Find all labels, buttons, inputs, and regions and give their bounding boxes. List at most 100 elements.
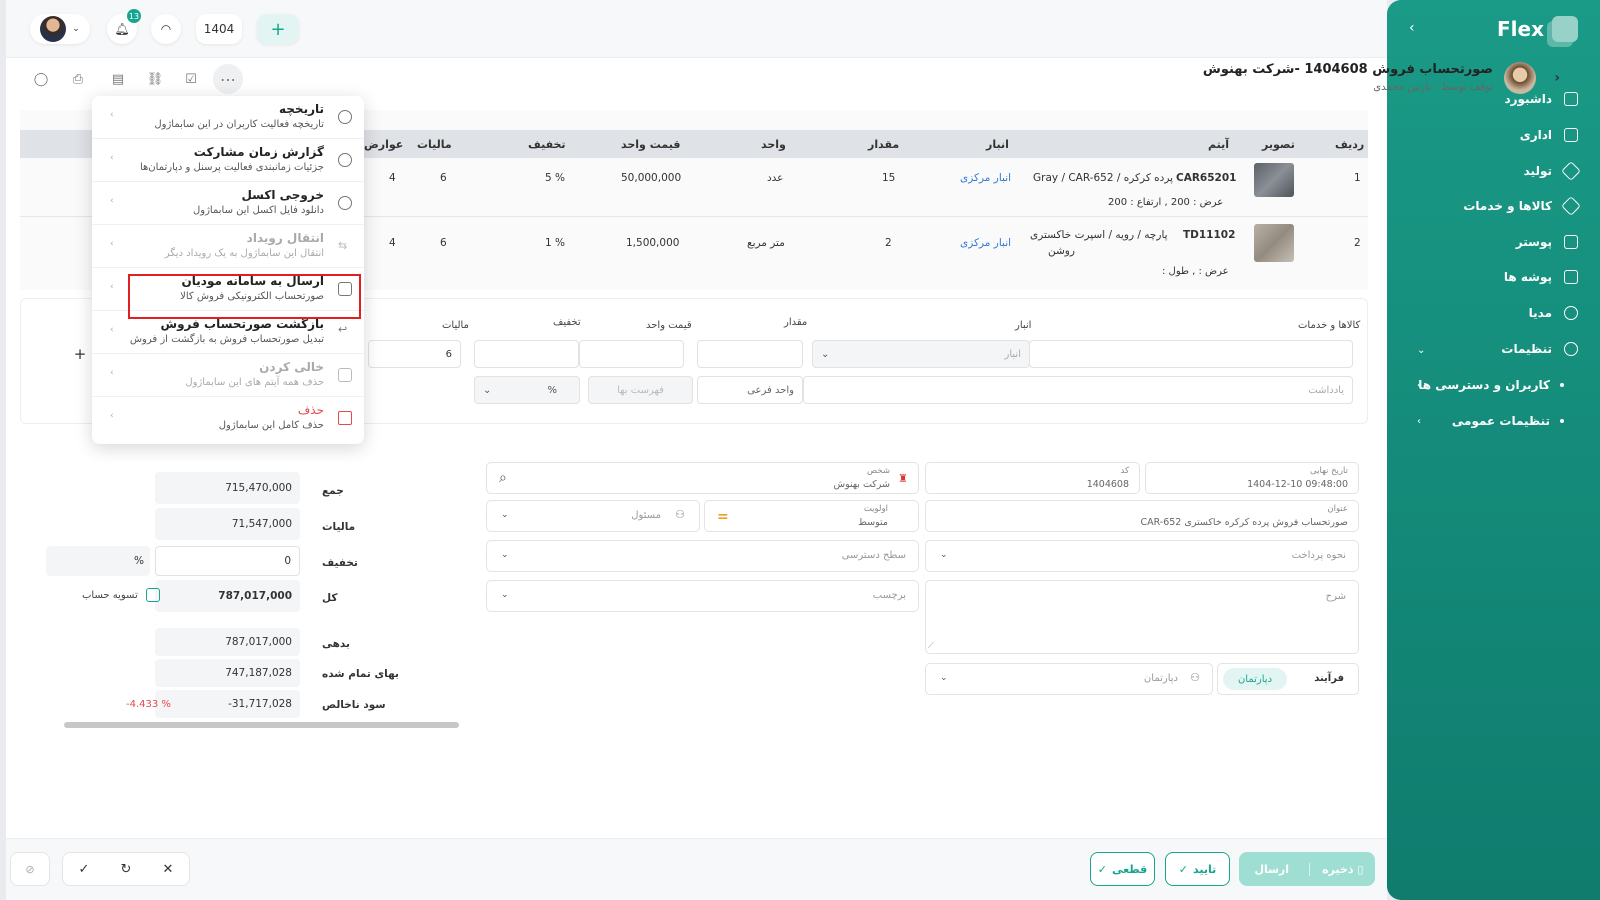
sidebar-item-folders[interactable]: پوشه ها [1504, 270, 1578, 284]
priority-field[interactable]: اولویت متوسط = [704, 500, 919, 532]
cost-label: بهای تمام شده [322, 668, 399, 680]
hide-icon[interactable]: ⊘ [10, 852, 50, 886]
title-field[interactable]: عنوان صورتحساب فروش پرده کرکره خاکستری C… [925, 500, 1359, 532]
chat-icon[interactable]: ◯ [30, 68, 52, 90]
tax-input[interactable]: 6 [368, 340, 461, 368]
warehouse-select[interactable]: انبار ⌄ [812, 340, 1030, 368]
menu-item-participation-report[interactable]: گزارش زمان مشارکت جزئیات زمانبندی فعالیت… [92, 139, 364, 182]
sidebar-item-office[interactable]: اداری [1520, 128, 1578, 142]
price-list-select[interactable]: فهرست بها [588, 376, 693, 404]
department-select[interactable]: دپارتمان ⚇ ⌄ [925, 663, 1213, 695]
tab-process[interactable]: فرآیند [1314, 673, 1344, 684]
product-image[interactable] [1254, 163, 1294, 197]
resize-handle-icon[interactable]: ⟋ [928, 641, 934, 651]
redo-icon[interactable]: ↻ [121, 862, 132, 877]
sidebar-item-production[interactable]: تولید [1524, 161, 1581, 181]
menu-item-clear[interactable]: خالی کردن حذف همه آیتم های این سابماژول … [92, 354, 364, 397]
discount-percent-input[interactable]: % [46, 546, 150, 576]
finalize-button[interactable]: ✓ قطعی [1090, 852, 1155, 886]
sidebar-item-products[interactable]: کالاها و خدمات [1463, 196, 1581, 216]
title-label: عنوان [1327, 504, 1348, 514]
year-selector[interactable]: 1404 [196, 14, 242, 44]
sidebar-item-label: کاربران و دسترسی ها [1418, 378, 1550, 392]
note-input[interactable]: یادداشت [803, 376, 1353, 404]
warehouse-link[interactable]: انبار مرکزی [960, 172, 1011, 184]
warehouse-link[interactable]: انبار مرکزی [960, 237, 1011, 249]
menu-item-delete[interactable]: حذف حذف کامل این سابماژول ‹ [92, 397, 364, 440]
more-options-icon[interactable]: ⋯ [213, 64, 243, 94]
qty-input[interactable] [697, 340, 803, 368]
add-button[interactable]: + [257, 14, 299, 44]
user-menu[interactable]: ⌄ [30, 14, 90, 44]
duty: 4 [389, 237, 396, 249]
sidebar-item-media[interactable]: مدیا [1529, 306, 1578, 320]
code-field[interactable]: کد 1404608 [925, 462, 1140, 494]
link-icon[interactable]: ⛓ [144, 68, 166, 90]
sidebar-item-settings[interactable]: تنظیمات [1501, 342, 1578, 356]
sidebar-item-dashboard[interactable]: داشبورد [1504, 92, 1578, 106]
tax: 6 [440, 172, 447, 184]
save-button[interactable]: ذخیره ▯ [1309, 862, 1375, 876]
person-label: شخص [866, 466, 890, 476]
product-search-input[interactable] [1029, 340, 1353, 368]
archive-icon[interactable]: ▤ [107, 68, 129, 90]
check-icon: ✓ [1097, 862, 1107, 876]
check-icon[interactable]: ✓ [79, 862, 90, 877]
item-code: CAR65201 [1176, 172, 1237, 184]
sidebar-subitem-users[interactable]: کاربران و دسترسی ها [1418, 378, 1564, 392]
support-button[interactable]: ◠ [151, 14, 181, 44]
checkbox-icon[interactable] [145, 588, 160, 602]
discount-total-input[interactable]: 0 [155, 546, 300, 576]
add-item-button[interactable]: + [66, 340, 94, 368]
gross-profit-value: -31,717,028 [155, 690, 300, 718]
back-chevron-icon[interactable]: › [1554, 70, 1560, 86]
close-icon[interactable]: ✕ [163, 862, 174, 877]
unit-price-input[interactable] [579, 340, 684, 368]
collapse-sidebar-icon[interactable]: ‹ [1409, 20, 1415, 36]
unit-price: 1,500,000 [626, 237, 680, 249]
person-field[interactable]: شخص شرکت بهنوش ♜ ⌕ [486, 462, 919, 494]
tax-total-label: مالیات [322, 521, 356, 533]
discount-type-select[interactable]: ⌄% [474, 376, 580, 404]
production-icon [1561, 161, 1581, 181]
warehouse-label: انبار [1015, 320, 1032, 331]
access-level-select[interactable]: سطح دسترسی ⌄ [486, 540, 919, 572]
checklist-icon[interactable]: ☑ [180, 68, 202, 90]
plus-icon: + [73, 345, 87, 363]
home-icon [1564, 92, 1578, 106]
print-icon[interactable]: ⎙ [67, 68, 89, 90]
sub-unit-select[interactable]: واحد فرعی [697, 376, 803, 404]
menu-item-transfer-event[interactable]: ⇆ انتقال رویداد انتقال این سابماژول به ی… [92, 225, 364, 268]
tab-department[interactable]: دپارتمان [1223, 668, 1287, 690]
menu-item-title: خروجی اکسل [241, 188, 324, 202]
confirm-label: تایید [1192, 862, 1217, 876]
product-image[interactable] [1254, 224, 1294, 262]
notifications-button[interactable]: 🔔︎ 13 [107, 9, 141, 44]
discount-input[interactable] [474, 340, 579, 368]
menu-item-subtitle: جزئیات زمانبندی فعالیت پرسنل و دپارتمان‌… [139, 162, 324, 173]
row-num: 1 [1354, 172, 1361, 184]
avatar [40, 16, 67, 42]
tag-select[interactable]: برچسب ⌄ [486, 580, 919, 612]
search-icon[interactable]: ⌕ [499, 470, 507, 486]
chevron-down-icon: ⌄ [483, 384, 492, 396]
payment-method-select[interactable]: نحوه پرداخت ⌄ [925, 540, 1359, 572]
responsible-select[interactable]: مسئول ⚇ ⌄ [486, 500, 700, 532]
sidebar-item-label: تنظیمات عمومی [1451, 414, 1550, 428]
description-textarea[interactable]: شرح ⟋ [925, 580, 1359, 654]
priority-label: اولویت [863, 504, 888, 514]
horizontal-scrollbar[interactable] [64, 722, 459, 728]
final-date-field[interactable]: تاریخ نهایی 1404-12-10 09:48:00 [1145, 462, 1359, 494]
confirm-button[interactable]: ✓ تایید [1165, 852, 1230, 886]
user-icon: ⚇ [1190, 671, 1200, 684]
final-date-value: 1404-12-10 09:48:00 [1247, 479, 1348, 490]
assignment-tabs: فرآیند دپارتمان [1217, 663, 1359, 695]
check-icon: ✓ [1178, 862, 1188, 876]
send-button[interactable]: ارسال [1239, 863, 1304, 876]
sidebar-subitem-general[interactable]: تنظیمات عمومی [1452, 414, 1564, 428]
quick-actions: ✓ ↻ ✕ [62, 852, 190, 886]
settle-account-checkbox[interactable]: تسویه حساب [82, 588, 160, 602]
menu-item-history[interactable]: تاریخچه تاریخچه فعالیت کاربران در این سا… [92, 96, 364, 139]
menu-item-excel-export[interactable]: خروجی اکسل دانلود فایل اکسل این سابماژول… [92, 182, 364, 225]
sidebar-item-poster[interactable]: پوستر [1516, 235, 1578, 249]
